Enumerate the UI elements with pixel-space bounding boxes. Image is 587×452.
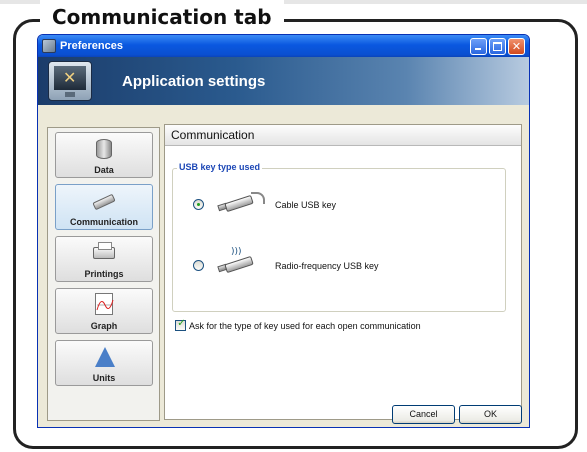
sidebar-item-label: Data: [94, 165, 114, 175]
cancel-button[interactable]: Cancel: [392, 405, 455, 424]
sidebar-item-label: Communication: [69, 217, 138, 227]
title-bar[interactable]: Preferences ✕: [38, 35, 529, 57]
ask-key-type-checkbox[interactable]: ✓: [175, 318, 186, 331]
maximize-icon: [493, 41, 502, 51]
sidebar-item-label: Graph: [90, 321, 118, 331]
panel-title: Communication: [165, 125, 521, 146]
sidebar-item-communication[interactable]: Communication: [55, 184, 153, 230]
close-button[interactable]: ✕: [508, 37, 525, 55]
radio-frequency-usb-key-radio[interactable]: [193, 260, 204, 271]
cable-usb-key-label[interactable]: Cable USB key: [275, 200, 336, 210]
minimize-button[interactable]: [470, 37, 487, 55]
banner-title: Application settings: [122, 72, 266, 90]
category-sidebar: Data Communication Printings Graph Units: [47, 127, 160, 421]
usb-key-type-group: USB key type used Cable USB key ))) Radi…: [172, 162, 506, 312]
database-icon: [89, 137, 119, 161]
units-icon: [89, 345, 119, 369]
cable-usb-key-icon: [217, 192, 265, 214]
sidebar-item-label: Units: [92, 373, 116, 383]
app-icon: [42, 39, 56, 53]
close-icon: ✕: [511, 39, 522, 53]
maximize-button[interactable]: [489, 37, 506, 55]
content-area: Data Communication Printings Graph Units…: [38, 105, 529, 424]
usb-key-icon: [89, 189, 119, 213]
cable-usb-key-radio[interactable]: [193, 199, 204, 210]
minimize-icon: [475, 47, 481, 50]
communication-panel: Communication USB key type used Cable US…: [164, 124, 522, 420]
ask-key-type-label[interactable]: Ask for the type of key used for each op…: [189, 321, 421, 331]
checkmark-icon: ✓: [177, 318, 186, 329]
sidebar-item-graph[interactable]: Graph: [55, 288, 153, 334]
ok-button[interactable]: OK: [459, 405, 522, 424]
radio-frequency-usb-key-label[interactable]: Radio-frequency USB key: [275, 261, 379, 271]
sidebar-item-label: Printings: [84, 269, 124, 279]
graph-icon: [89, 293, 119, 317]
sidebar-item-printings[interactable]: Printings: [55, 236, 153, 282]
sidebar-item-units[interactable]: Units: [55, 340, 153, 386]
sidebar-item-data[interactable]: Data: [55, 132, 153, 178]
settings-tools-icon: ✕: [48, 61, 92, 101]
preferences-window: Preferences ✕ ✕ Application settings Dat…: [37, 34, 530, 428]
caption-title: Communication tab: [40, 0, 284, 34]
radio-frequency-usb-key-icon: ))): [217, 247, 257, 275]
group-label: USB key type used: [177, 162, 263, 172]
printer-icon: [89, 241, 119, 265]
settings-banner: ✕ Application settings: [38, 57, 529, 105]
window-title: Preferences: [60, 40, 123, 52]
